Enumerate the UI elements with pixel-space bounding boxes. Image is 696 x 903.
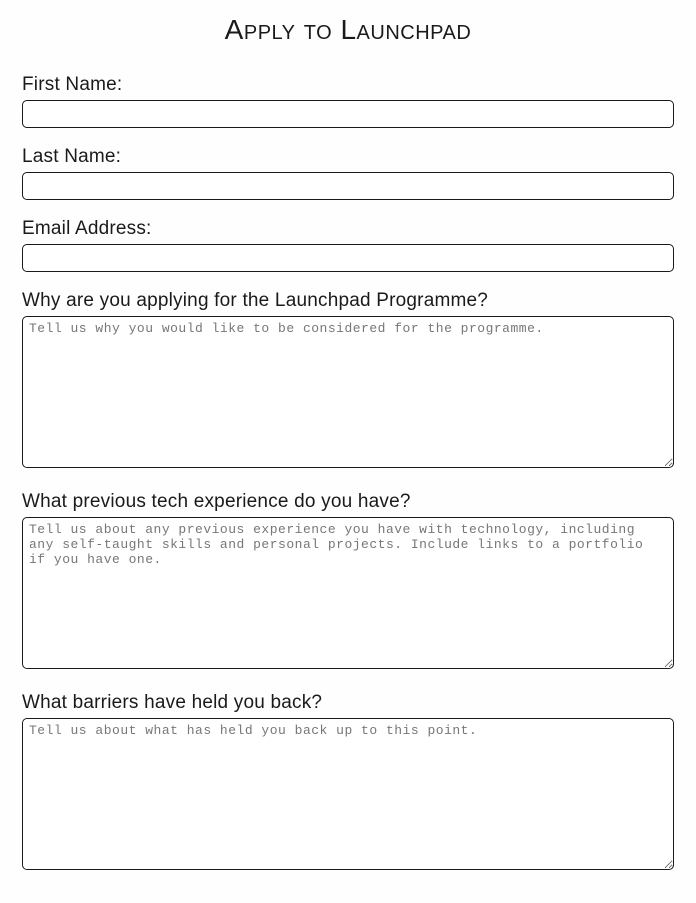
email-group: Email Address: bbox=[22, 218, 674, 272]
page-title: Apply to Launchpad bbox=[22, 14, 674, 46]
barriers-group: What barriers have held you back? bbox=[22, 692, 674, 875]
email-label: Email Address: bbox=[22, 218, 674, 240]
why-applying-group: Why are you applying for the Launchpad P… bbox=[22, 290, 674, 473]
tech-experience-group: What previous tech experience do you hav… bbox=[22, 491, 674, 674]
barriers-textarea[interactable] bbox=[22, 718, 674, 870]
why-applying-textarea[interactable] bbox=[22, 316, 674, 468]
why-applying-label: Why are you applying for the Launchpad P… bbox=[22, 290, 674, 312]
first-name-input[interactable] bbox=[22, 100, 674, 128]
tech-experience-label: What previous tech experience do you hav… bbox=[22, 491, 674, 513]
last-name-label: Last Name: bbox=[22, 146, 674, 168]
last-name-group: Last Name: bbox=[22, 146, 674, 200]
first-name-label: First Name: bbox=[22, 74, 674, 96]
first-name-group: First Name: bbox=[22, 74, 674, 128]
barriers-label: What barriers have held you back? bbox=[22, 692, 674, 714]
tech-experience-textarea[interactable] bbox=[22, 517, 674, 669]
last-name-input[interactable] bbox=[22, 172, 674, 200]
email-input[interactable] bbox=[22, 244, 674, 272]
